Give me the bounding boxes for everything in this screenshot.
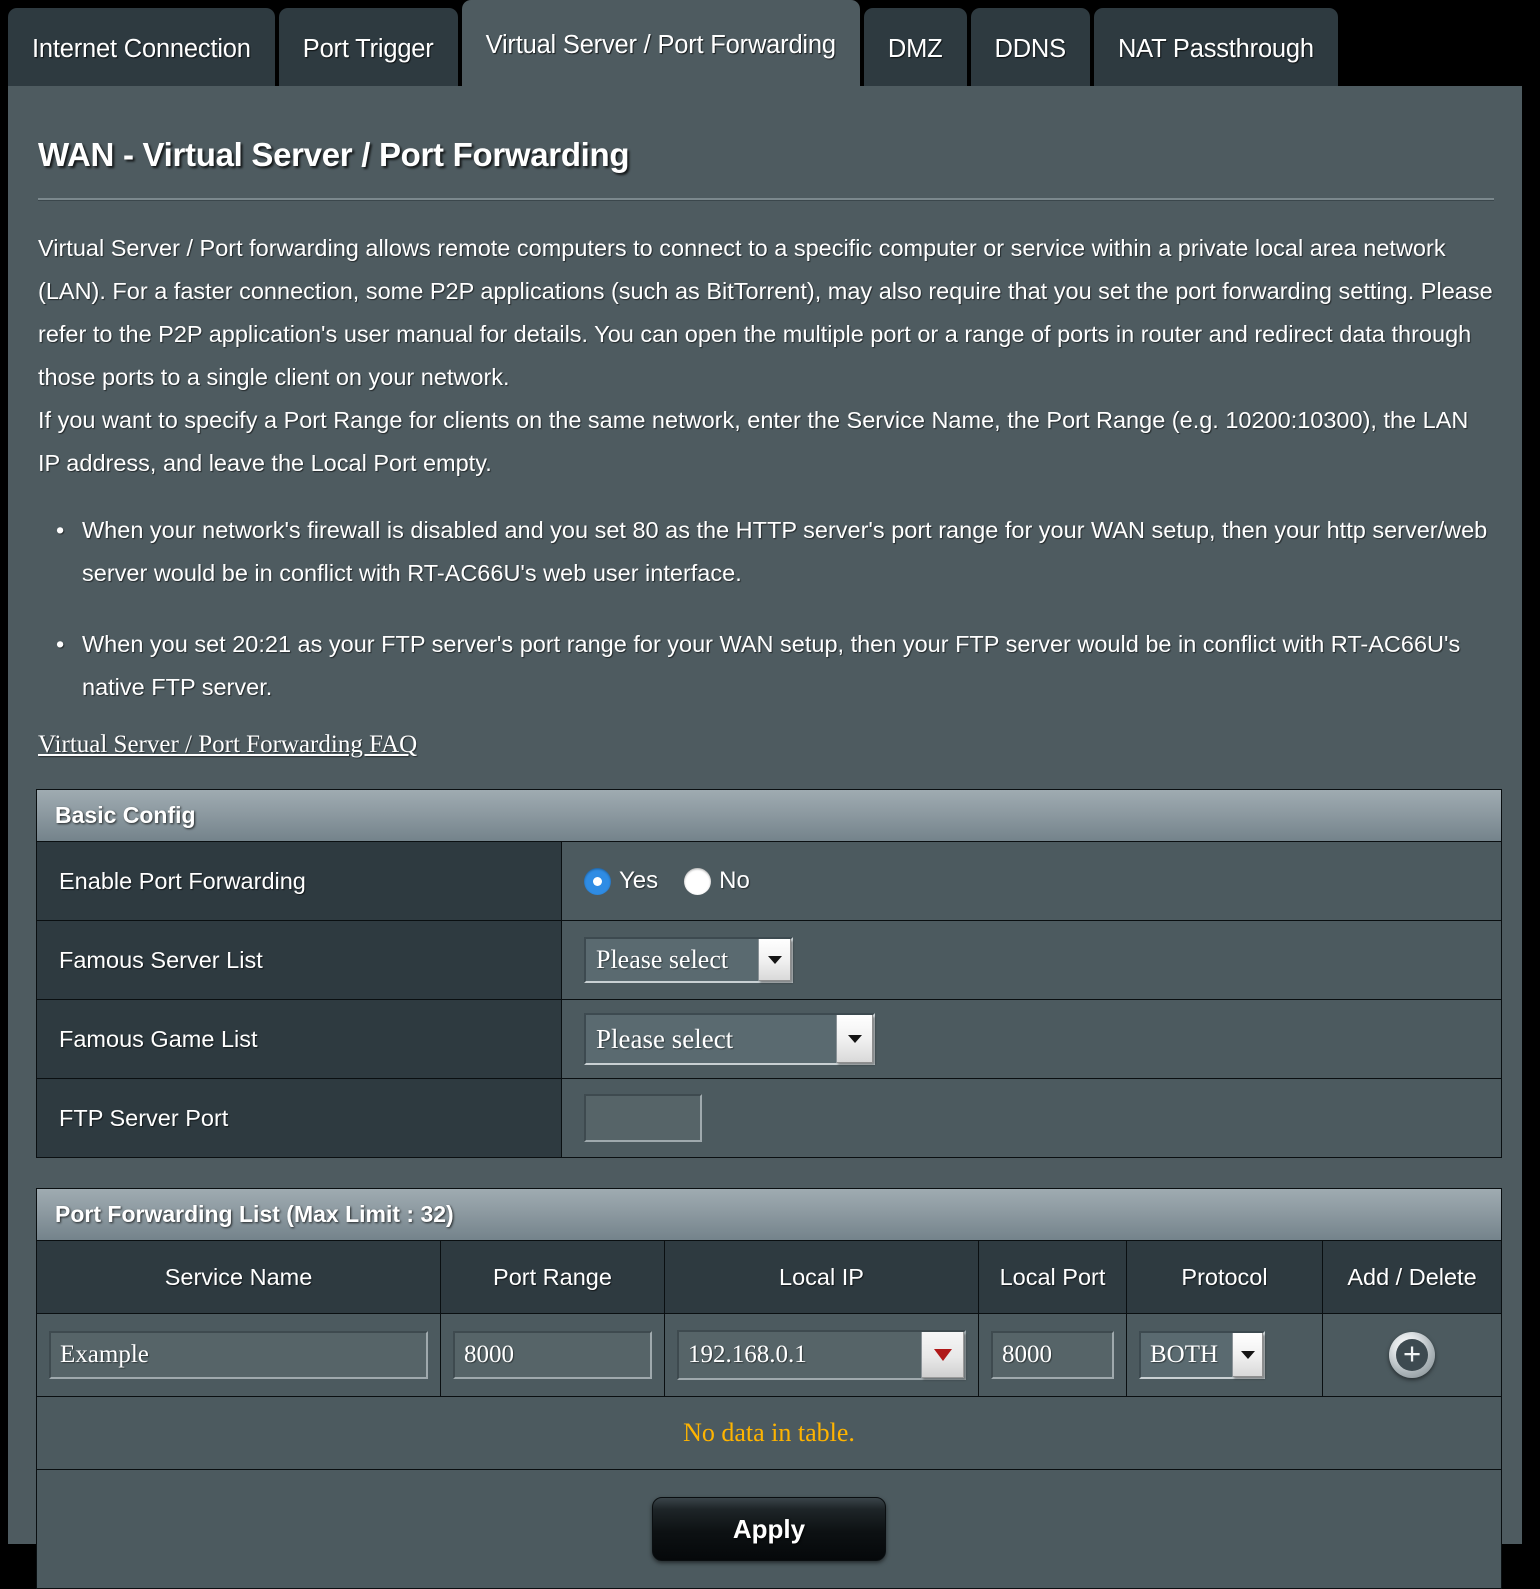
tab-virtual-server-port-forwarding[interactable]: Virtual Server / Port Forwarding (461, 0, 860, 90)
tab-nat-passthrough[interactable]: NAT Passthrough (1093, 8, 1338, 90)
chevron-down-icon[interactable] (1232, 1333, 1264, 1377)
content-panel: WAN - Virtual Server / Port Forwarding V… (8, 86, 1532, 1589)
cell-port-range: 8000 (441, 1314, 665, 1396)
local-ip-value: 192.168.0.1 (688, 1341, 807, 1368)
row-famous-server-list: Famous Server List Please select (37, 921, 1501, 1000)
column-header-local-ip: Local IP (665, 1241, 979, 1313)
famous-server-list-select[interactable]: Please select (584, 937, 793, 983)
tab-ddns[interactable]: DDNS (970, 8, 1090, 90)
note-item: When your network's firewall is disabled… (56, 509, 1494, 595)
description-paragraph-1: Virtual Server / Port forwarding allows … (38, 235, 1493, 390)
column-header-add-delete: Add / Delete (1323, 1241, 1501, 1313)
ftp-server-port-label: FTP Server Port (37, 1079, 562, 1157)
port-forwarding-table: Service Name Port Range Local IP Local P… (37, 1241, 1501, 1588)
column-header-service-name: Service Name (37, 1241, 441, 1313)
local-port-input[interactable]: 8000 (991, 1331, 1114, 1379)
tab-port-trigger[interactable]: Port Trigger (278, 8, 458, 90)
apply-row: Apply (37, 1470, 1501, 1588)
plus-glyph: + (1402, 1336, 1422, 1371)
enable-port-forwarding-radio-group: Yes No (584, 867, 776, 895)
column-header-protocol: Protocol (1127, 1241, 1323, 1313)
router-admin-page: Internet Connection Port Trigger Virtual… (0, 0, 1540, 1589)
famous-server-list-value: Please select (562, 921, 1501, 999)
radio-yes-label: Yes (619, 867, 659, 894)
basic-config-title: Basic Config (55, 802, 196, 828)
radio-option-yes[interactable]: Yes (584, 867, 658, 895)
cell-local-port: 8000 (979, 1314, 1127, 1396)
basic-config-section: Basic Config Enable Port Forwarding Yes (36, 789, 1502, 1158)
port-range-input[interactable]: 8000 (453, 1331, 652, 1379)
ftp-server-port-value (562, 1079, 1501, 1157)
service-name-input[interactable]: Example (49, 1331, 428, 1379)
famous-game-list-select[interactable]: Please select (584, 1013, 875, 1065)
radio-option-no[interactable]: No (684, 867, 750, 895)
plus-circle-icon[interactable]: + (1389, 1332, 1435, 1378)
row-ftp-server-port: FTP Server Port (37, 1079, 1501, 1157)
faq-link[interactable]: Virtual Server / Port Forwarding FAQ (38, 731, 417, 759)
cell-service-name: Example (37, 1314, 441, 1396)
wan-tab-strip: Internet Connection Port Trigger Virtual… (0, 0, 1540, 90)
empty-table-message: No data in table. (683, 1418, 855, 1447)
port-forwarding-list-header: Port Forwarding List (Max Limit : 32) (37, 1189, 1501, 1241)
title-divider (38, 198, 1494, 201)
empty-table-row: No data in table. (37, 1397, 1501, 1470)
radio-no-label: No (719, 867, 750, 894)
protocol-value: BOTH (1150, 1341, 1219, 1368)
cell-local-ip: 192.168.0.1 (665, 1314, 979, 1396)
tab-label: Port Trigger (302, 34, 434, 63)
basic-config-header: Basic Config (37, 790, 1501, 842)
famous-server-list-selected-value: Please select (596, 945, 729, 974)
column-header-port-range: Port Range (441, 1241, 665, 1313)
famous-game-list-label: Famous Game List (37, 1000, 562, 1078)
column-header-local-port: Local Port (979, 1241, 1127, 1313)
tab-label: DMZ (887, 34, 943, 63)
row-famous-game-list: Famous Game List Please select (37, 1000, 1501, 1079)
apply-button[interactable]: Apply (652, 1497, 886, 1561)
local-ip-select[interactable]: 192.168.0.1 (677, 1330, 966, 1380)
description-block: Virtual Server / Port forwarding allows … (38, 227, 1494, 485)
chevron-down-icon[interactable] (921, 1332, 964, 1378)
page-title: WAN - Virtual Server / Port Forwarding (38, 136, 630, 173)
famous-game-list-value: Please select (562, 1000, 1501, 1078)
row-enable-port-forwarding: Enable Port Forwarding Yes No (37, 842, 1501, 921)
cell-add-delete: + (1323, 1314, 1501, 1396)
table-row: Example 8000 192.168.0.1 8000 BOTH + (37, 1314, 1501, 1397)
table-header-row: Service Name Port Range Local IP Local P… (37, 1241, 1501, 1314)
ftp-server-port-input[interactable] (584, 1094, 702, 1142)
chevron-down-icon[interactable] (758, 939, 791, 981)
tab-internet-connection[interactable]: Internet Connection (8, 8, 275, 90)
enable-port-forwarding-value: Yes No (562, 842, 1501, 920)
chevron-down-icon[interactable] (836, 1015, 873, 1063)
enable-port-forwarding-label: Enable Port Forwarding (37, 842, 562, 920)
cell-protocol: BOTH (1127, 1314, 1323, 1396)
tab-dmz[interactable]: DMZ (863, 8, 967, 90)
notes-list: When your network's firewall is disabled… (36, 509, 1494, 709)
famous-game-list-selected-value: Please select (596, 1023, 734, 1054)
radio-yes-icon[interactable] (584, 867, 611, 895)
description-paragraph-2: If you want to specify a Port Range for … (38, 407, 1469, 476)
protocol-select[interactable]: BOTH (1139, 1331, 1266, 1379)
port-forwarding-list-section: Port Forwarding List (Max Limit : 32) Se… (36, 1188, 1502, 1589)
tab-label: Internet Connection (32, 34, 251, 63)
tab-label: Virtual Server / Port Forwarding (485, 30, 836, 59)
port-forwarding-list-title: Port Forwarding List (Max Limit : 32) (55, 1201, 454, 1227)
note-item: When you set 20:21 as your FTP server's … (56, 623, 1494, 709)
radio-no-icon[interactable] (684, 867, 712, 895)
tab-label: NAT Passthrough (1117, 34, 1314, 63)
famous-server-list-label: Famous Server List (37, 921, 562, 999)
tab-label: DDNS (994, 34, 1067, 63)
